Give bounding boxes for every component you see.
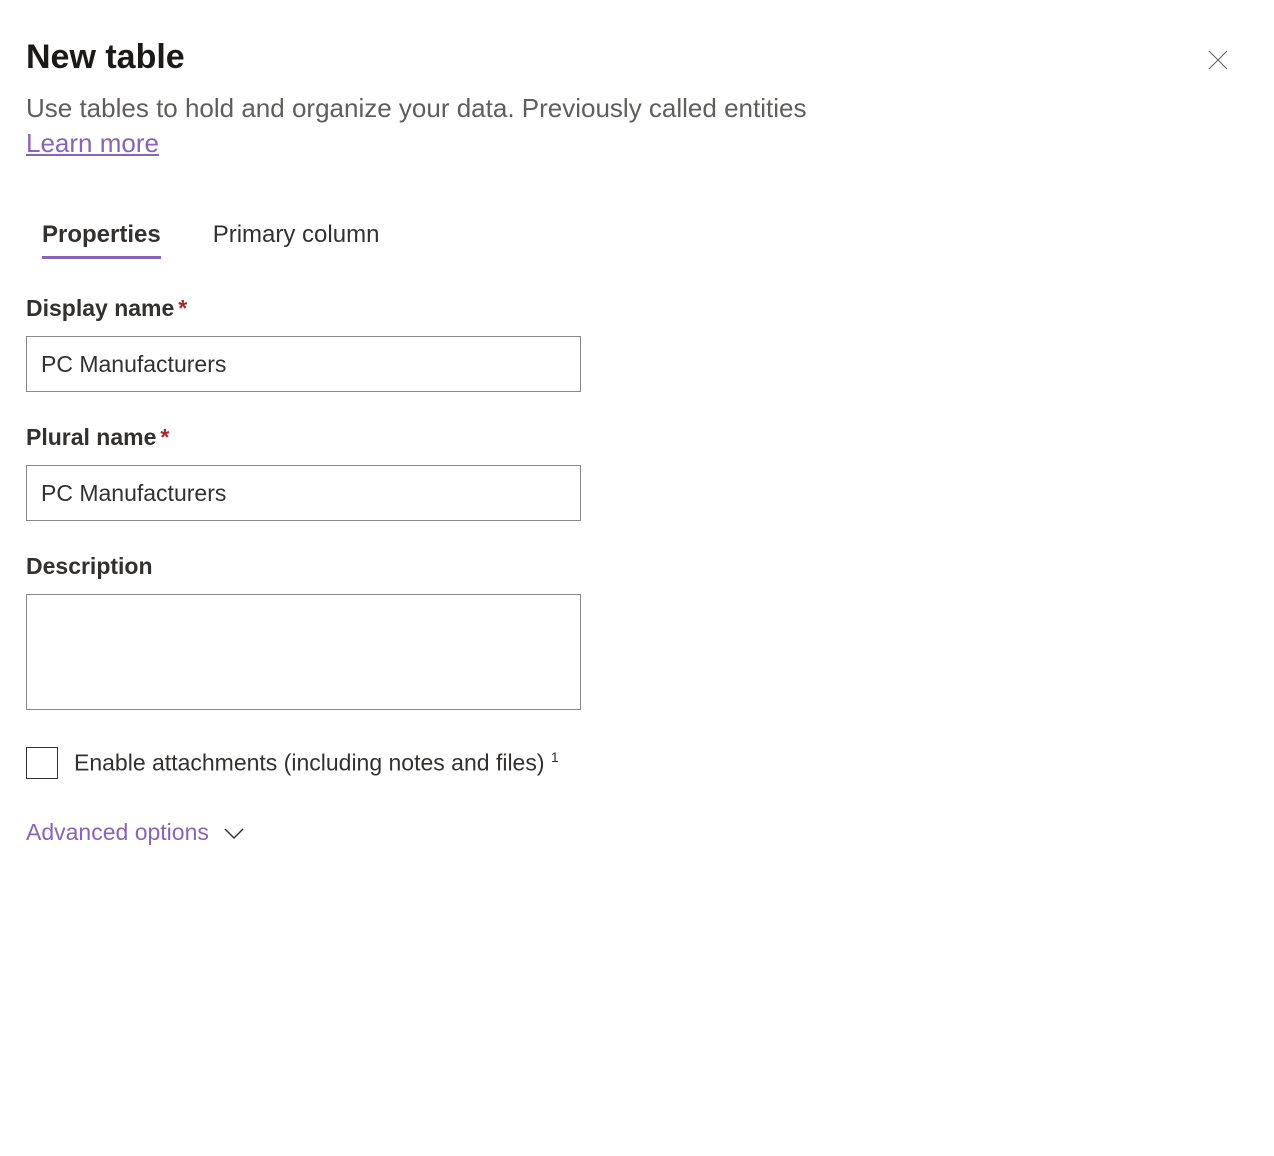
learn-more-link[interactable]: Learn more [26,128,159,159]
panel-title: New table [26,38,1248,77]
footnote-marker: 1 [551,749,559,765]
enable-attachments-label[interactable]: Enable attachments (including notes and … [74,749,559,777]
advanced-options-button[interactable]: Advanced options [26,819,245,846]
tab-properties[interactable]: Properties [42,221,161,259]
display-name-input[interactable] [26,336,581,392]
required-mark: * [178,295,187,321]
plural-name-label: Plural name* [26,424,1248,451]
plural-name-input[interactable] [26,465,581,521]
description-group: Description [26,553,1248,715]
display-name-label: Display name* [26,295,1248,322]
description-input[interactable] [26,594,581,710]
tabs-container: Properties Primary column [26,221,1248,259]
chevron-down-icon [223,826,245,840]
enable-attachments-checkbox[interactable] [26,747,58,779]
enable-attachments-row: Enable attachments (including notes and … [26,747,1248,779]
panel-subtitle: Use tables to hold and organize your dat… [26,91,1248,126]
required-mark: * [160,424,169,450]
tab-primary-column[interactable]: Primary column [213,221,380,259]
display-name-group: Display name* [26,295,1248,392]
close-icon [1206,48,1230,72]
plural-name-group: Plural name* [26,424,1248,521]
close-button[interactable] [1204,46,1232,74]
description-label: Description [26,553,1248,580]
